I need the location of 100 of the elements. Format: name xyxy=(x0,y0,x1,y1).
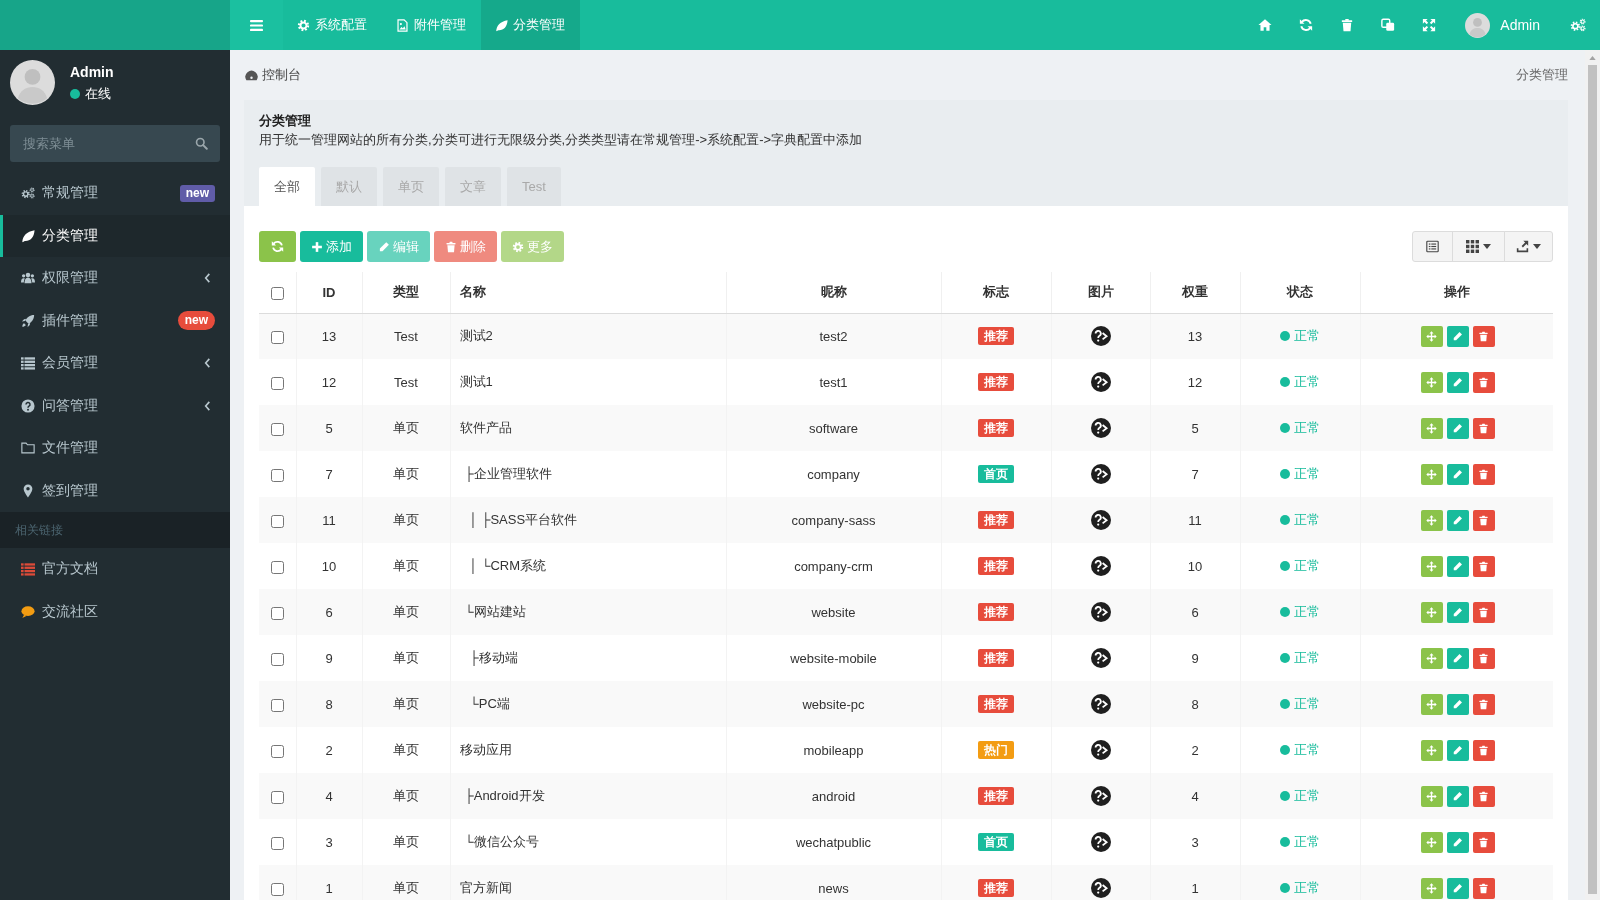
folder-icon xyxy=(21,441,35,456)
category-nickname: test2 xyxy=(726,313,941,359)
filter-tab[interactable]: 全部 xyxy=(259,167,315,206)
help-circle-icon xyxy=(1090,464,1111,484)
row-checkbox[interactable] xyxy=(270,560,284,574)
edit-row-button[interactable] xyxy=(1446,555,1469,577)
leaf-icon xyxy=(21,228,35,243)
flag-tag: 推荐 xyxy=(978,649,1014,667)
drag-button[interactable] xyxy=(1420,877,1443,899)
delete-row-button[interactable] xyxy=(1472,371,1495,393)
edit-row-button[interactable] xyxy=(1446,877,1469,899)
edit-row-button[interactable] xyxy=(1446,831,1469,853)
sidebar-link[interactable]: 交流社区 xyxy=(0,590,230,633)
row-checkbox[interactable] xyxy=(270,468,284,482)
sidebar-item[interactable]: 插件管理 new xyxy=(0,299,230,342)
delete-row-button[interactable] xyxy=(1472,555,1495,577)
edit-row-button[interactable] xyxy=(1446,371,1469,393)
edit-row-button[interactable] xyxy=(1446,463,1469,485)
pencil-icon xyxy=(378,240,390,253)
trash-icon[interactable] xyxy=(1340,18,1355,32)
pencil-icon xyxy=(1452,560,1464,572)
refresh-icon[interactable] xyxy=(1299,18,1314,32)
export-button[interactable] xyxy=(1504,231,1553,262)
category-type: 单页 xyxy=(362,589,450,635)
settings-icon[interactable] xyxy=(1570,18,1586,32)
row-checkbox[interactable] xyxy=(270,652,284,666)
drag-button[interactable] xyxy=(1420,371,1443,393)
category-nickname: android xyxy=(726,773,941,819)
row-checkbox[interactable] xyxy=(270,836,284,850)
delete-row-button[interactable] xyxy=(1472,647,1495,669)
edit-row-button[interactable] xyxy=(1446,647,1469,669)
category-name: │ ├SASS平台软件 xyxy=(450,497,726,543)
row-checkbox[interactable] xyxy=(270,790,284,804)
row-checkbox[interactable] xyxy=(270,376,284,390)
edit-row-button[interactable] xyxy=(1446,601,1469,623)
drag-button[interactable] xyxy=(1420,509,1443,531)
sidebar-link[interactable]: 官方文档 xyxy=(0,548,230,591)
drag-button[interactable] xyxy=(1420,693,1443,715)
sidebar-item[interactable]: 文件管理 xyxy=(0,427,230,470)
drag-button[interactable] xyxy=(1420,463,1443,485)
edit-row-button[interactable] xyxy=(1446,739,1469,761)
edit-row-button[interactable] xyxy=(1446,785,1469,807)
category-id: 8 xyxy=(296,681,362,727)
delete-row-button[interactable] xyxy=(1472,325,1495,347)
fullscreen-icon[interactable] xyxy=(1422,18,1437,32)
drag-button[interactable] xyxy=(1420,831,1443,853)
overlapping-squares-icon[interactable] xyxy=(1381,18,1396,32)
trash-icon xyxy=(1478,790,1490,802)
breadcrumb-link[interactable]: 控制台 xyxy=(245,66,301,84)
gear-icon xyxy=(297,18,310,32)
gear-icon xyxy=(512,240,524,253)
drag-button[interactable] xyxy=(1420,325,1443,347)
refresh-button[interactable] xyxy=(259,231,296,262)
sidebar-item[interactable]: 分类管理 xyxy=(0,214,230,257)
scrollbar-thumb[interactable] xyxy=(1588,65,1597,894)
drag-button[interactable] xyxy=(1420,647,1443,669)
sidebar-item[interactable]: 常规管理 new xyxy=(0,172,230,215)
category-name: ├Android开发 xyxy=(450,773,726,819)
search-icon[interactable] xyxy=(195,137,208,150)
scroll-up-arrow-icon[interactable] xyxy=(1589,56,1596,60)
edit-row-button[interactable] xyxy=(1446,417,1469,439)
delete-row-button[interactable] xyxy=(1472,785,1495,807)
sidebar-item[interactable]: 签到管理 xyxy=(0,469,230,512)
delete-row-button[interactable] xyxy=(1472,739,1495,761)
delete-row-button[interactable] xyxy=(1472,877,1495,899)
help-circle-icon xyxy=(1090,832,1111,852)
row-checkbox[interactable] xyxy=(270,882,284,896)
drag-button[interactable] xyxy=(1420,555,1443,577)
row-checkbox[interactable] xyxy=(270,606,284,620)
export-icon xyxy=(1516,240,1529,253)
edit-row-button[interactable] xyxy=(1446,693,1469,715)
sidebar-item[interactable]: 会员管理 xyxy=(0,342,230,385)
row-checkbox[interactable] xyxy=(270,422,284,436)
select-all-checkbox[interactable] xyxy=(270,286,284,300)
category-name: 测试2 xyxy=(450,313,726,359)
columns-button[interactable] xyxy=(1452,231,1505,262)
row-checkbox[interactable] xyxy=(270,698,284,712)
drag-button[interactable] xyxy=(1420,417,1443,439)
drag-button[interactable] xyxy=(1420,785,1443,807)
edit-row-button[interactable] xyxy=(1446,325,1469,347)
delete-row-button[interactable] xyxy=(1472,463,1495,485)
category-name: 软件产品 xyxy=(450,405,726,451)
sidebar-item[interactable]: 权限管理 xyxy=(0,257,230,300)
drag-button[interactable] xyxy=(1420,601,1443,623)
delete-row-button[interactable] xyxy=(1472,831,1495,853)
home-icon[interactable] xyxy=(1258,18,1273,32)
delete-row-button[interactable] xyxy=(1472,693,1495,715)
row-checkbox[interactable] xyxy=(270,744,284,758)
sidebar-item[interactable]: 问答管理 xyxy=(0,384,230,427)
search-field[interactable]: 搜索菜单 xyxy=(10,125,220,162)
status-dot-icon xyxy=(1280,561,1290,571)
delete-row-button[interactable] xyxy=(1472,417,1495,439)
row-checkbox[interactable] xyxy=(270,514,284,528)
delete-row-button[interactable] xyxy=(1472,509,1495,531)
delete-row-button[interactable] xyxy=(1472,601,1495,623)
menu-icon[interactable] xyxy=(249,18,264,32)
view-toggle-button[interactable] xyxy=(1412,231,1453,262)
edit-row-button[interactable] xyxy=(1446,509,1469,531)
drag-button[interactable] xyxy=(1420,739,1443,761)
row-checkbox[interactable] xyxy=(270,330,284,344)
